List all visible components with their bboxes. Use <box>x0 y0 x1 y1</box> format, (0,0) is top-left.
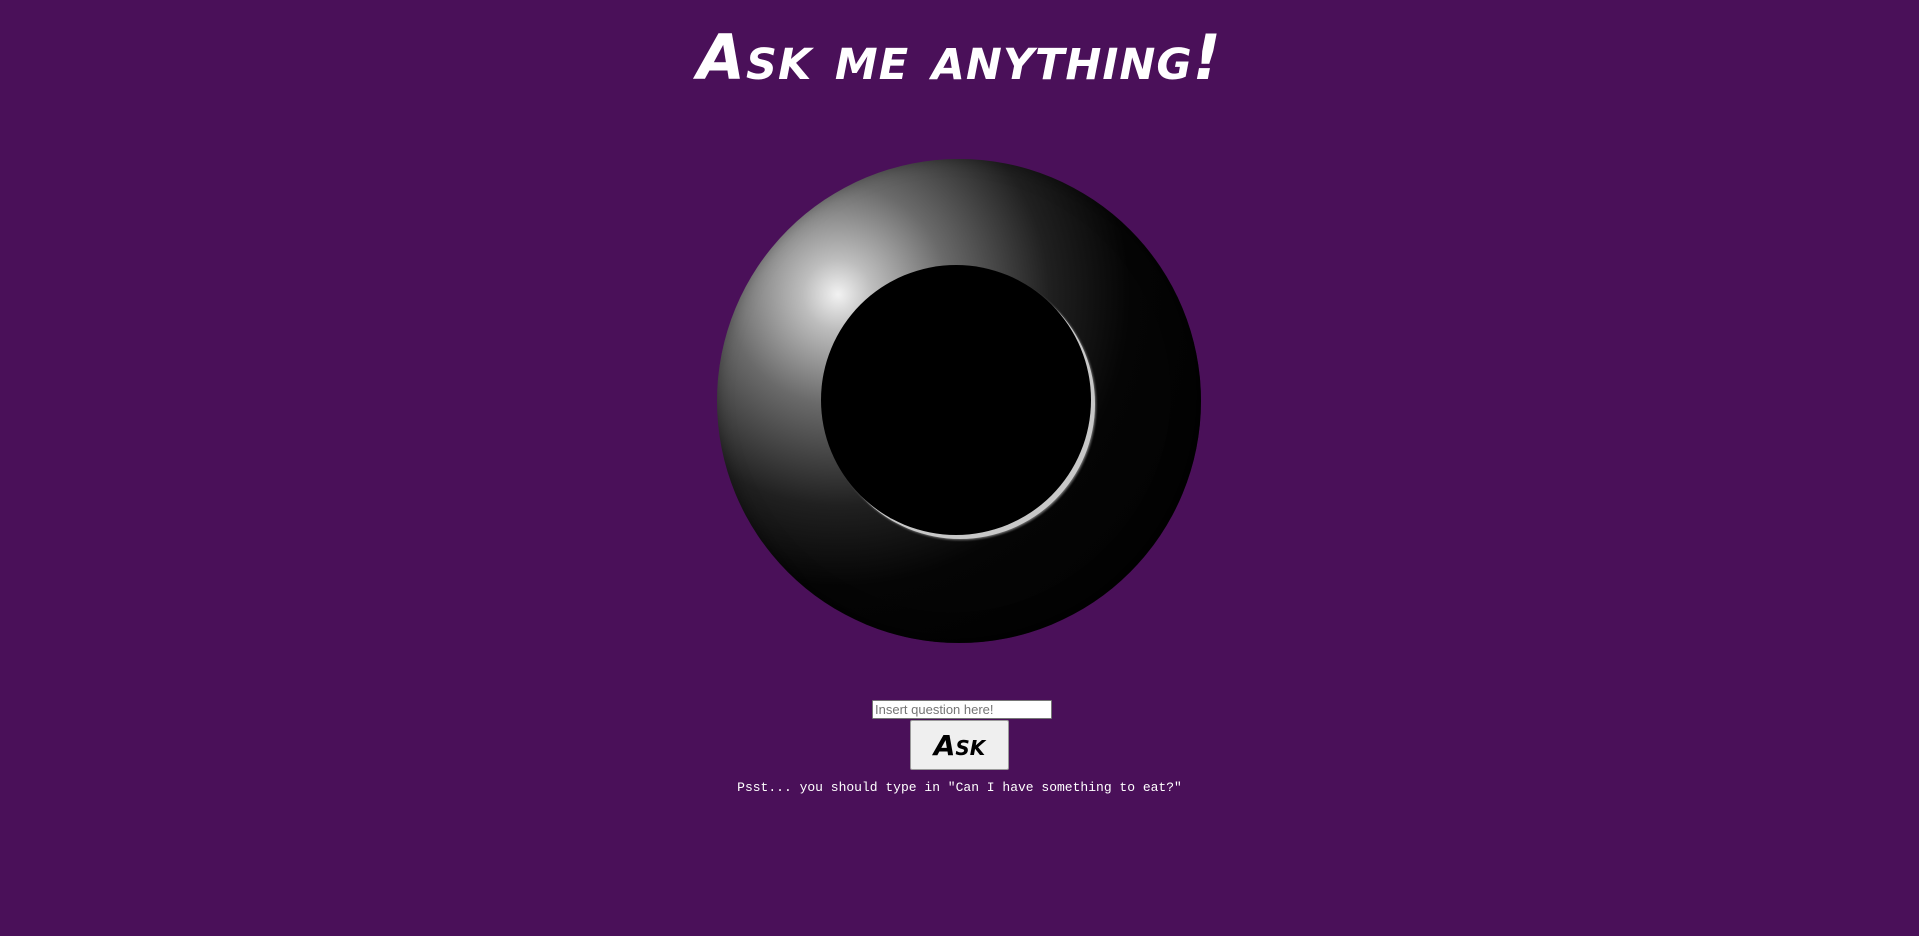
answer-text <box>821 265 1091 535</box>
hint-text: Psst... you should type in "Can I have s… <box>737 780 1182 795</box>
ask-button[interactable]: Ask <box>910 720 1009 770</box>
page-title: Ask me anything! <box>697 21 1222 94</box>
question-input[interactable] <box>872 700 1052 719</box>
answer-window <box>821 265 1091 535</box>
magic-eight-ball <box>717 159 1201 643</box>
